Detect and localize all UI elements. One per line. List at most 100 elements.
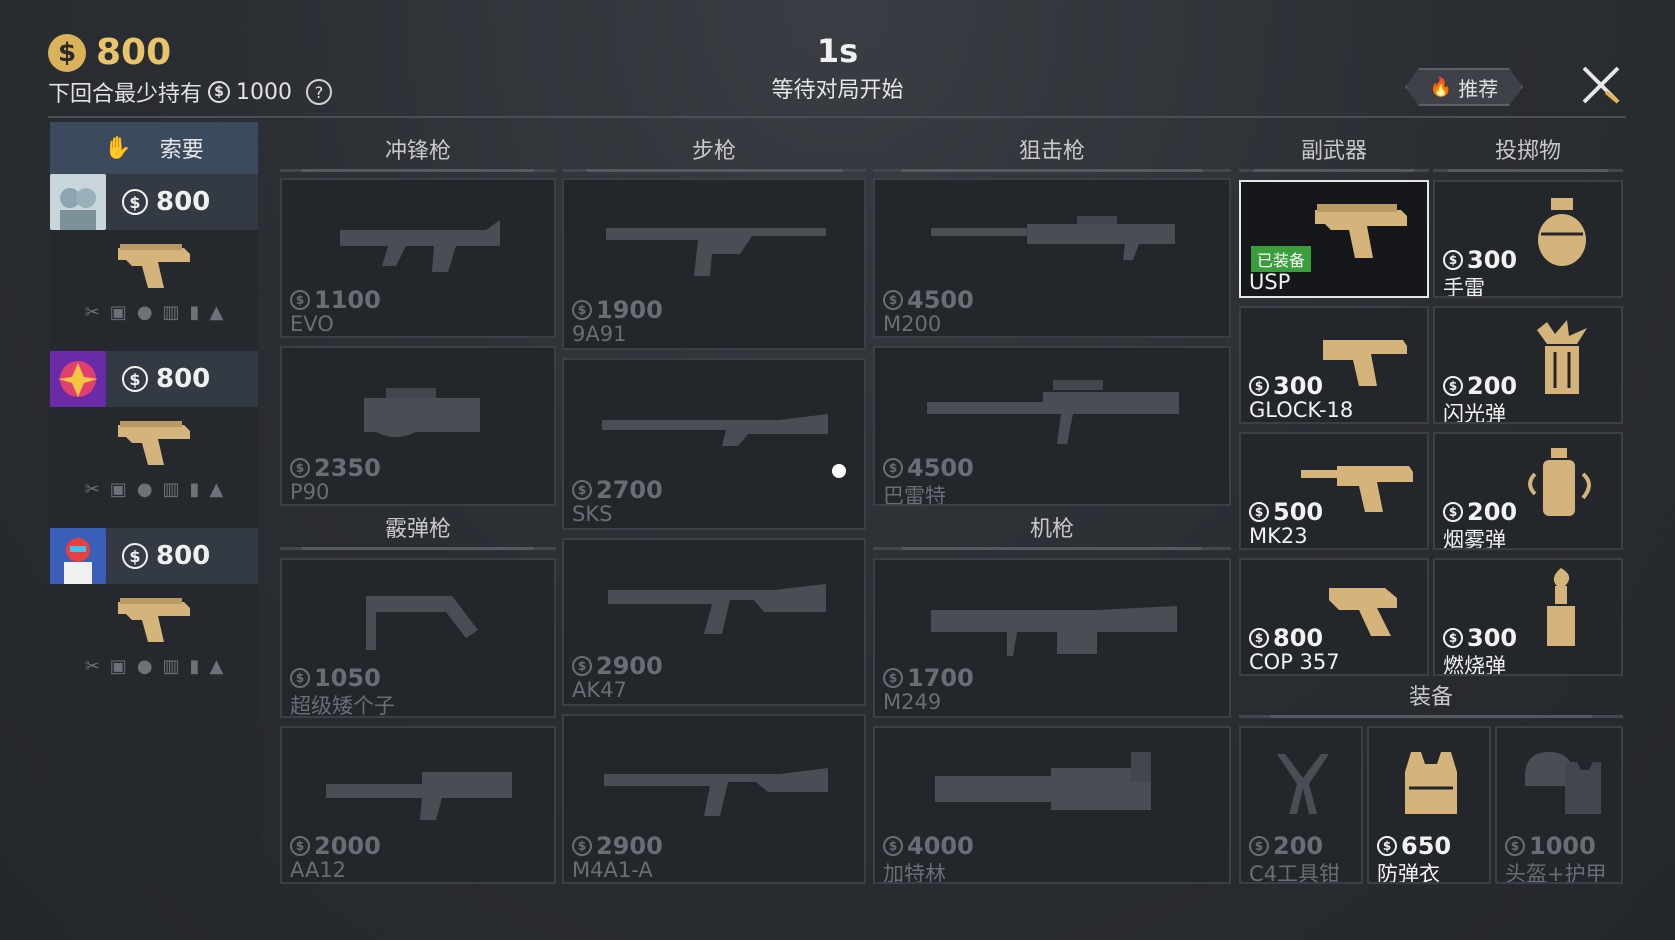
item-aa12[interactable]: $2000 AA12 [280, 726, 556, 884]
item-barrett[interactable]: $4500 巴雷特 [873, 346, 1231, 506]
item-name: SKS [572, 502, 613, 526]
pistol-icon [1329, 588, 1397, 636]
item-shotgun-short[interactable]: $1050 超级矮个子 [280, 558, 556, 718]
sniper-icon [931, 216, 1175, 260]
price: $2900 [572, 652, 663, 680]
item-evo[interactable]: $1100 EVO [280, 178, 556, 338]
item-m249[interactable]: $1700 M249 [873, 558, 1231, 718]
close-icon[interactable] [1578, 62, 1624, 108]
price: $4500 [883, 286, 974, 314]
price-value: 4500 [907, 454, 974, 482]
coin-icon: $ [1505, 836, 1525, 856]
rifle-icon [606, 228, 826, 276]
item-name: M249 [883, 690, 942, 714]
item-name: M200 [883, 312, 942, 336]
pistol-icon [50, 592, 258, 648]
mg-icon [931, 606, 1177, 656]
armor-icon: ▥ [162, 656, 180, 677]
coin-icon: $ [883, 668, 903, 688]
item-molotov[interactable]: $300 燃烧弹 [1433, 558, 1623, 676]
item-name: 巴雷特 [883, 484, 946, 506]
item-m4a1[interactable]: $2900 M4A1-A [562, 714, 866, 884]
smoke-grenade-icon [1528, 448, 1591, 516]
coin-icon: $ [572, 836, 592, 856]
price-value: 2900 [596, 652, 663, 680]
item-sks[interactable]: $2700 SKS [562, 358, 866, 530]
teammate-money: $ 800 [122, 364, 210, 394]
pistol-icon [50, 238, 258, 294]
price-value: 1100 [314, 286, 381, 314]
teammate-header: $ 800 [50, 174, 258, 230]
category-throwable: 投掷物 [1433, 136, 1623, 172]
item-cop357[interactable]: $800 COP 357 [1239, 558, 1429, 676]
item-ak47[interactable]: $2900 AK47 [562, 538, 866, 706]
price-value: 1700 [907, 664, 974, 692]
teammate-card[interactable]: $ 800 ✂ ▣ ● ▥ ▮ ▲ [50, 528, 258, 705]
vest-icon [1405, 752, 1457, 814]
item-vest[interactable]: $650 防弹衣 [1367, 726, 1491, 884]
grenade-icon [1538, 198, 1586, 266]
molotov-icon: ▲ [209, 656, 224, 677]
recommend-button[interactable]: 🔥 推荐 [1405, 68, 1523, 106]
price: $2700 [572, 476, 663, 504]
price: $500 [1249, 498, 1323, 526]
coin-icon: $ [1443, 502, 1463, 522]
category-mg: 机枪 [873, 514, 1231, 550]
touch-indicator [832, 464, 846, 478]
molotov-icon [1547, 568, 1575, 646]
molotov-icon: ▲ [209, 479, 224, 500]
item-gatling[interactable]: $4000 加特林 [873, 726, 1231, 884]
ask-label: 索要 [159, 138, 204, 163]
shotgun-icon [366, 596, 478, 650]
coin-icon: $ [883, 290, 903, 310]
flashbang-icon [1537, 320, 1587, 394]
item-c4-pliers[interactable]: $200 C4工具钳 [1239, 726, 1363, 884]
category-rifle: 步枪 [562, 136, 866, 172]
item-grenade[interactable]: $300 手雷 [1433, 180, 1623, 298]
price: $1000 [1505, 832, 1596, 860]
gear-row: ✂ ▣ ● ▥ ▮ ▲ [50, 479, 258, 500]
teammate-money: $ 800 [122, 187, 210, 217]
item-usp[interactable]: 已装备 USP [1239, 180, 1429, 298]
price-value: 2700 [596, 476, 663, 504]
price-value: 2000 [314, 832, 381, 860]
item-glock[interactable]: $300 GLOCK-18 [1239, 306, 1429, 424]
coin-icon: $ [122, 543, 148, 569]
teammate-card[interactable]: $ 800 ✂ ▣ ● ▥ ▮ ▲ [50, 351, 258, 528]
item-name: 燃烧弹 [1443, 654, 1506, 676]
teammate-header: $ 800 [50, 351, 258, 407]
item-helmet-armor[interactable]: $1000 头盔+护甲 [1495, 726, 1623, 884]
team-panel: ✋ 索要 $ 800 ✂ ▣ ● ▥ ▮ ▲ $ 800 ✂ ▣ ● ▥ ▮ ▲… [50, 122, 258, 884]
coin-icon: $ [1249, 502, 1269, 522]
vest-icon: ▣ [109, 479, 127, 500]
item-p90[interactable]: $2350 P90 [280, 346, 556, 506]
item-m200[interactable]: $4500 M200 [873, 178, 1231, 338]
item-name: AK47 [572, 678, 627, 702]
price: $300 [1443, 624, 1517, 652]
item-name: GLOCK-18 [1249, 398, 1354, 422]
price: $200 [1249, 832, 1323, 860]
price: $1050 [290, 664, 381, 692]
teammate-card[interactable]: $ 800 ✂ ▣ ● ▥ ▮ ▲ [50, 174, 258, 351]
price-value: 4000 [907, 832, 974, 860]
ask-button[interactable]: ✋ 索要 [50, 122, 258, 174]
item-mk23[interactable]: $500 MK23 [1239, 432, 1429, 550]
smg-icon [340, 220, 500, 272]
coin-icon: $ [290, 836, 310, 856]
armor-icon: ▥ [162, 479, 180, 500]
price: $300 [1249, 372, 1323, 400]
price-value: 650 [1401, 832, 1452, 860]
mg-icon [935, 752, 1151, 810]
item-9a91[interactable]: $1900 9A91 [562, 178, 866, 350]
item-smoke[interactable]: $200 烟雾弹 [1433, 432, 1623, 550]
teammate-money-value: 800 [156, 541, 211, 571]
coin-icon: $ [122, 189, 148, 215]
avatar [50, 351, 106, 407]
coin-icon: $ [572, 480, 592, 500]
grenade-icon: ● [136, 302, 153, 323]
price-value: 300 [1467, 624, 1518, 652]
item-flash[interactable]: $200 闪光弹 [1433, 306, 1623, 424]
rifle-icon [608, 584, 826, 634]
item-name: 头盔+护甲 [1505, 862, 1607, 884]
price: $2900 [572, 832, 663, 860]
